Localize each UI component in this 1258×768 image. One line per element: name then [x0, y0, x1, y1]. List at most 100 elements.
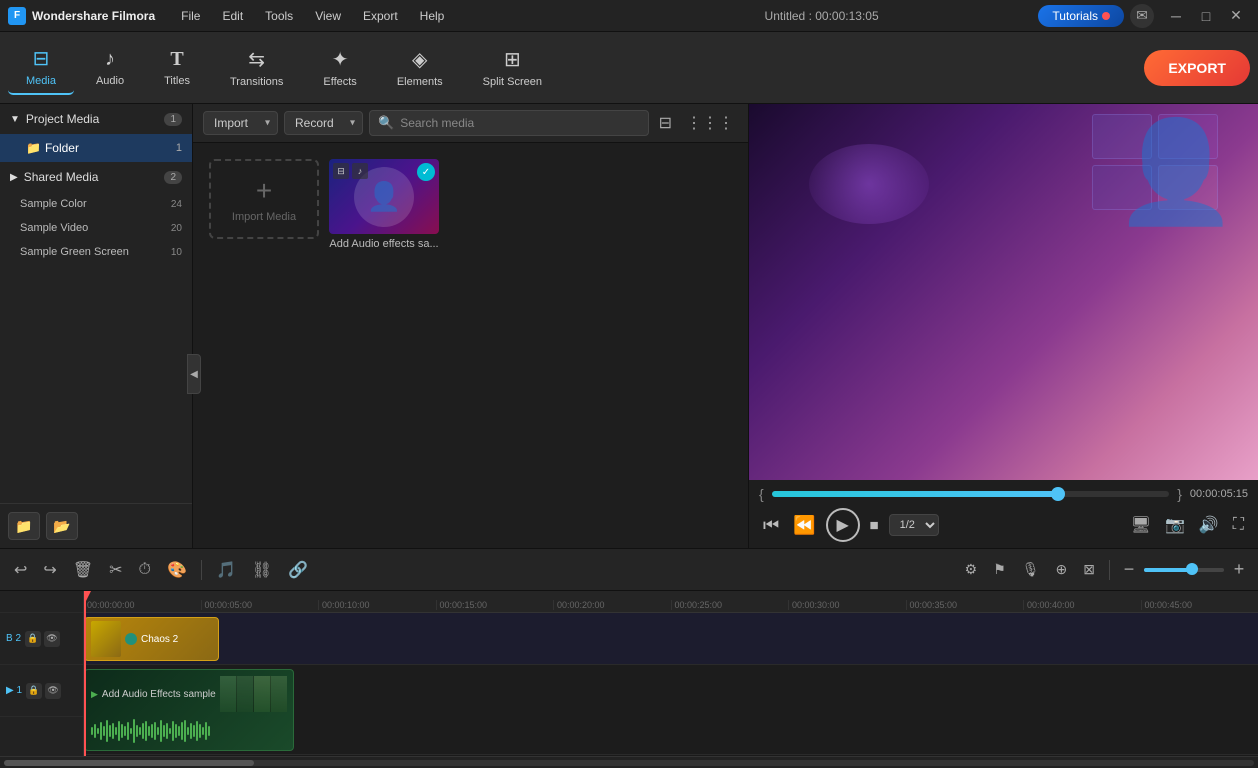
new-smart-folder-button[interactable]: 📂	[46, 512, 78, 540]
toolbar-audio[interactable]: ♪ Audio	[78, 42, 142, 93]
record-dropdown-wrap: Record	[284, 111, 363, 135]
zoom-slider[interactable]	[1144, 568, 1224, 572]
folder-item[interactable]: 📁 Folder 1	[0, 134, 192, 162]
monitor-button[interactable]: 🖥	[1127, 511, 1155, 539]
toolbar-elements[interactable]: ◈ Elements	[379, 41, 461, 94]
import-media-box[interactable]: + Import Media	[209, 159, 319, 239]
cut-button[interactable]: ✂	[103, 556, 128, 584]
screenshot-button[interactable]: 📷	[1161, 511, 1189, 539]
media-thumb-image-0[interactable]: 👤 ⊟ ♪ ✓	[329, 159, 439, 234]
track-b2-lock[interactable]: 🔒	[25, 631, 41, 647]
menu-file[interactable]: File	[171, 5, 210, 27]
toolbar-media[interactable]: ⊟ Media	[8, 40, 74, 95]
horizontal-scrollbar-thumb[interactable]	[4, 760, 254, 766]
progress-bar-wrap: { } 00:00:05:15	[759, 486, 1248, 502]
track-1-eye[interactable]: 👁	[45, 683, 61, 699]
mark-button[interactable]: ⚑	[987, 557, 1012, 582]
redo-button[interactable]: ↪	[37, 556, 62, 584]
sample-green-screen-count: 10	[171, 247, 182, 258]
shared-media-section[interactable]: ▶ Shared Media 2	[0, 162, 192, 192]
ruler-2: 00:00:10:00	[318, 600, 436, 610]
frame-back-button[interactable]: ⏪	[789, 511, 819, 540]
snap-button[interactable]: ⊕	[1050, 557, 1074, 582]
ruler-spacer	[0, 591, 83, 613]
filter-icon[interactable]: ⊟	[655, 113, 676, 133]
notifications-icon[interactable]: ✉	[1130, 4, 1154, 28]
chaos2-clip-inner: Chaos 2	[85, 618, 218, 660]
shared-media-arrow: ▶	[10, 172, 18, 183]
step-back-button[interactable]: ⏮	[759, 511, 783, 540]
delete-button[interactable]: 🗑	[67, 556, 99, 584]
import-dropdown-wrap: Import	[203, 111, 278, 135]
timeline-scrollbar[interactable]	[0, 756, 1258, 768]
export-button[interactable]: EXPORT	[1144, 50, 1250, 86]
track-1-lock[interactable]: 🔒	[26, 683, 42, 699]
thumb-icon-1: ♪	[352, 163, 368, 179]
thumb-icon-0: ⊟	[333, 163, 349, 179]
wave-10	[121, 724, 123, 738]
minimize-button[interactable]: ─	[1162, 4, 1190, 28]
chaos2-clip[interactable]: Chaos 2 End time:00:00:05:15 Duration:00…	[84, 617, 219, 661]
shared-media-label: Shared Media	[24, 170, 99, 184]
magnet-button[interactable]: ⛓	[246, 556, 278, 584]
play-button[interactable]: ▶	[826, 508, 860, 542]
progress-bar[interactable]	[772, 491, 1170, 497]
bracket-left-icon[interactable]: {	[759, 486, 764, 502]
wave-37	[202, 727, 204, 735]
record-dropdown[interactable]: Record	[284, 111, 363, 135]
fullscreen-button[interactable]: ⛶	[1229, 512, 1248, 538]
zoom-out-button[interactable]: −	[1118, 559, 1140, 581]
sample-green-screen-item[interactable]: Sample Green Screen 10	[0, 240, 192, 264]
playhead[interactable]	[84, 591, 86, 756]
media-thumb-label-0: Add Audio effects sa...	[329, 238, 439, 250]
wave-29	[178, 726, 180, 736]
panel-collapse-button[interactable]: ◀	[187, 354, 201, 394]
color-button[interactable]: 🎨	[161, 556, 193, 584]
wave-16	[139, 727, 141, 735]
mini-frame-1	[237, 676, 254, 712]
sample-video-item[interactable]: Sample Video 20	[0, 216, 192, 240]
mini-frame-2	[254, 676, 271, 712]
grid-view-icon[interactable]: ⋮⋮⋮	[682, 113, 738, 133]
stop-button[interactable]: ⏹	[866, 511, 883, 540]
track-label-1: ▶ 1 🔒 👁	[0, 665, 83, 717]
close-button[interactable]: ✕	[1222, 4, 1250, 28]
zoom-in-button[interactable]: +	[1228, 559, 1250, 581]
wave-32	[187, 727, 189, 735]
wave-38	[205, 722, 207, 740]
tutorials-button[interactable]: Tutorials	[1038, 5, 1124, 27]
new-folder-button[interactable]: 📁	[8, 512, 40, 540]
wave-28	[175, 724, 177, 738]
speed-button[interactable]: ⏱	[133, 557, 157, 583]
volume-button[interactable]: 🔊	[1195, 511, 1223, 539]
project-media-section[interactable]: ▼ Project Media 1	[0, 104, 192, 134]
effects-label: Effects	[323, 76, 356, 88]
import-dropdown[interactable]: Import	[203, 111, 278, 135]
toolbar-split-screen[interactable]: ⊞ Split Screen	[465, 41, 560, 94]
settings-button[interactable]: ⚙	[959, 557, 984, 582]
menu-tools[interactable]: Tools	[255, 5, 303, 27]
maximize-button[interactable]: □	[1192, 4, 1220, 28]
bracket-right-icon[interactable]: }	[1177, 486, 1182, 502]
audio-button[interactable]: 🎵	[210, 556, 242, 584]
audio-effects-clip[interactable]: ▶ Add Audio Effects sample	[84, 669, 294, 751]
record-tl-button[interactable]: 🎙	[1016, 557, 1046, 582]
ruler-marks: 00:00:00:00 00:00:05:00 00:00:10:00 00:0…	[84, 600, 1258, 610]
menu-edit[interactable]: Edit	[212, 5, 253, 27]
panel-bottom-actions: 📁 📂	[0, 503, 192, 548]
ratio-select[interactable]: 1/2	[889, 514, 939, 536]
undo-button[interactable]: ↩	[8, 556, 33, 584]
sample-color-item[interactable]: Sample Color 24	[0, 192, 192, 216]
timeline-content: B 2 🔒 👁 ▶ 1 🔒 👁 00:00:00:00	[0, 591, 1258, 756]
menu-export[interactable]: Export	[353, 5, 408, 27]
toolbar-transitions[interactable]: ⇆ Transitions	[212, 41, 301, 94]
search-input[interactable]	[400, 116, 639, 130]
track-b2-eye[interactable]: 👁	[44, 631, 60, 647]
chain-button[interactable]: 🔗	[282, 556, 314, 584]
wave-22	[157, 727, 159, 735]
toolbar-titles[interactable]: T Titles	[146, 42, 208, 93]
menu-help[interactable]: Help	[410, 5, 455, 27]
insert-button[interactable]: ⊠	[1077, 557, 1101, 582]
menu-view[interactable]: View	[305, 5, 351, 27]
toolbar-effects[interactable]: ✦ Effects	[305, 41, 374, 94]
